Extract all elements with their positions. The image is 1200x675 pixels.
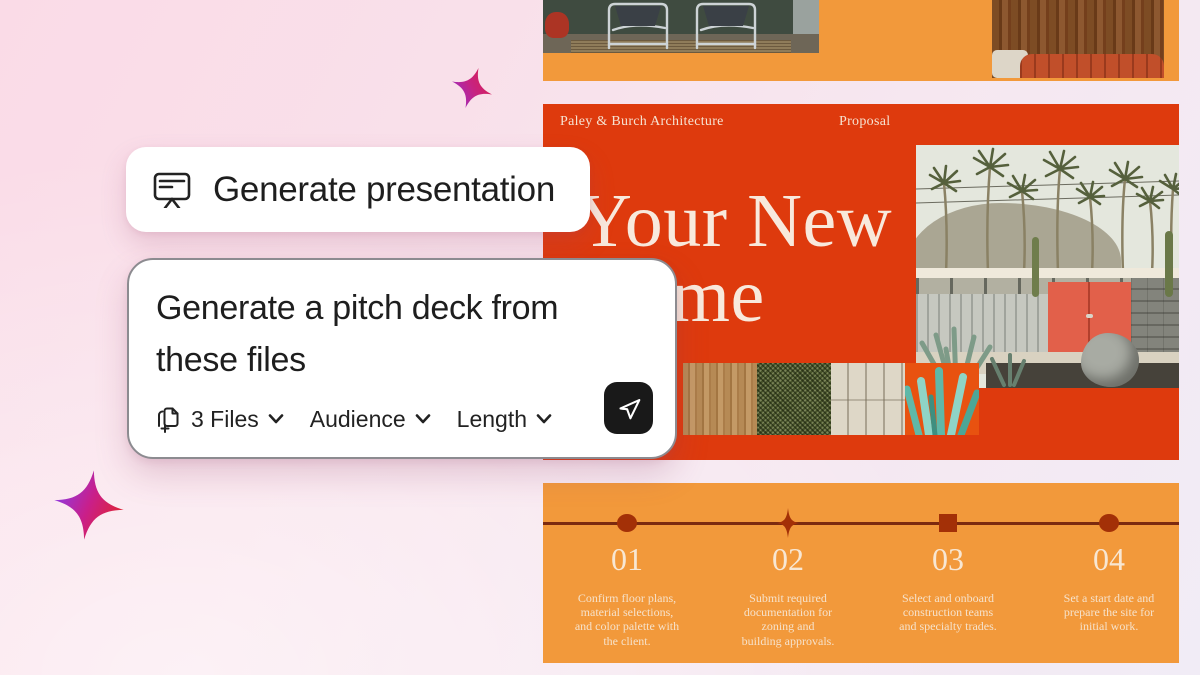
step-description: Select and onboard construction teams an… — [868, 591, 1028, 634]
files-dropdown[interactable]: 3 Files — [156, 406, 284, 433]
slide-doc-type: Proposal — [839, 114, 890, 130]
photo-boulder — [1081, 333, 1139, 387]
chrome-chairs-illustration — [543, 0, 819, 53]
chevron-down-icon — [415, 414, 431, 424]
files-dropdown-label: 3 Files — [191, 406, 259, 433]
door-handle — [1086, 314, 1093, 318]
timeline-marker-circle — [617, 514, 637, 532]
step-number: 03 — [863, 541, 1033, 578]
material-swatches — [683, 363, 979, 435]
swatch-green-fabric — [757, 363, 831, 435]
step-number: 02 — [703, 541, 873, 578]
slide-brand-text: Paley & Burch Architecture — [560, 114, 724, 129]
swatch-wood — [683, 363, 757, 435]
send-arrow-icon — [614, 393, 644, 423]
generate-presentation-pill[interactable]: Generate presentation — [126, 147, 590, 232]
photo-cactus — [1032, 237, 1039, 297]
prompt-text[interactable]: Generate a pitch deck from these files — [156, 282, 626, 386]
prompt-controls-row: 3 Files Audience Length — [156, 402, 552, 436]
audience-dropdown[interactable]: Audience — [310, 406, 431, 433]
presentation-board-icon — [152, 168, 192, 208]
stage: Paley & Burch Architecture Proposal Your… — [0, 0, 1200, 675]
timeline-marker-square — [939, 514, 957, 532]
send-button[interactable] — [604, 382, 653, 434]
photo-roof-beam — [916, 268, 1179, 278]
step-number: 01 — [542, 541, 712, 578]
audience-dropdown-label: Audience — [310, 406, 406, 433]
firefly-sparkle-icon — [446, 62, 499, 115]
prompt-card[interactable]: Generate a pitch deck from these files 3… — [127, 258, 677, 459]
timeline-marker-circle — [1099, 514, 1119, 532]
photo-palm-springs-house — [916, 145, 1179, 388]
timeline-marker-star — [777, 508, 799, 538]
photo-wood-sofa — [992, 0, 1164, 78]
add-files-icon — [156, 406, 182, 433]
firefly-sparkle-icon — [48, 465, 129, 544]
generate-presentation-label: Generate presentation — [213, 147, 555, 232]
slide-moodboard-top — [543, 0, 1179, 81]
photo-chairs — [543, 0, 819, 53]
step-number: 04 — [1024, 541, 1194, 578]
step-description: Set a start date and prepare the site fo… — [1029, 591, 1189, 634]
slide-timeline: 01 Confirm floor plans, material selecti… — [543, 483, 1179, 663]
length-dropdown-label: Length — [457, 406, 527, 433]
step-description: Submit required documentation for zoning… — [708, 591, 868, 648]
swatch-agave-photo — [905, 363, 979, 435]
photo-sofa-seat — [1020, 54, 1164, 78]
agave-closeup-illustration — [905, 363, 979, 435]
length-dropdown[interactable]: Length — [457, 406, 552, 433]
slide-header: Paley & Burch Architecture Proposal — [560, 114, 1179, 130]
step-description: Confirm floor plans, material selections… — [547, 591, 707, 648]
photo-cactus — [1165, 231, 1173, 297]
chevron-down-icon — [268, 414, 284, 424]
swatch-cream-panel — [831, 363, 905, 435]
timeline-line — [543, 522, 1179, 525]
chevron-down-icon — [536, 414, 552, 424]
palm-trees-illustration — [916, 145, 1179, 275]
